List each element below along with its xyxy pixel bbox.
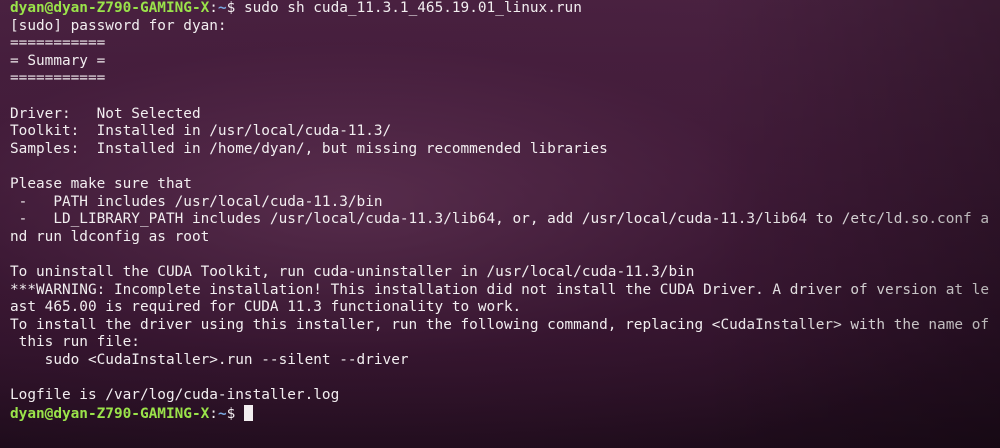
output-line: Toolkit: Installed in /usr/local/cuda-11… <box>10 123 392 140</box>
terminal-output: dyan@dyan-Z790-GAMING-X:~$ sudo sh cuda_… <box>10 0 1000 422</box>
terminal-window[interactable]: dyan@dyan-Z790-GAMING-X:~$ sudo sh cuda_… <box>0 0 1000 448</box>
output-line: sudo <CudaInstaller>.run --silent --driv… <box>10 351 409 368</box>
active-prompt-line[interactable]: dyan@dyan-Z790-GAMING-X:~$ <box>10 404 1000 423</box>
output-line: Please make sure that <box>10 175 192 192</box>
output-line: =========== <box>10 35 106 52</box>
output-line: To install the driver using this install… <box>10 316 990 333</box>
prompt-colon: : <box>209 405 218 422</box>
output-line: Logfile is /var/log/cuda-installer.log <box>10 387 340 404</box>
output-line: =========== <box>10 70 106 87</box>
output-line: ast 465.00 is required for CUDA 11.3 fun… <box>10 299 522 316</box>
prompt-user-host: dyan@dyan-Z790-GAMING-X <box>10 0 210 16</box>
prompt-symbol: $ <box>226 405 236 422</box>
output-line: nd run ldconfig as root <box>10 228 210 245</box>
output-line: = Summary = <box>10 52 106 69</box>
output-line: - PATH includes /usr/local/cuda-11.3/bin <box>10 193 383 210</box>
text-cursor[interactable] <box>243 404 253 421</box>
command-line: dyan@dyan-Z790-GAMING-X:~$ sudo sh cuda_… <box>10 0 1000 18</box>
output-line: [sudo] password for dyan: <box>10 17 227 34</box>
prompt-colon: : <box>209 0 218 16</box>
prompt-symbol: $ <box>226 0 236 16</box>
output-line: ***WARNING: Incomplete installation! Thi… <box>10 281 990 298</box>
output-line: To uninstall the CUDA Toolkit, run cuda-… <box>10 263 695 280</box>
prompt-path: ~ <box>217 405 227 422</box>
prompt-path: ~ <box>217 0 227 16</box>
command-text: sudo sh cuda_11.3.1_465.19.01_linux.run <box>235 0 582 16</box>
output-line: Driver: Not Selected <box>10 105 201 122</box>
output-line: - LD_LIBRARY_PATH includes /usr/local/cu… <box>10 211 990 228</box>
output-line: Samples: Installed in /home/dyan/, but m… <box>10 140 608 157</box>
output-line: this run file: <box>10 334 140 351</box>
prompt-user-host: dyan@dyan-Z790-GAMING-X <box>10 405 210 422</box>
